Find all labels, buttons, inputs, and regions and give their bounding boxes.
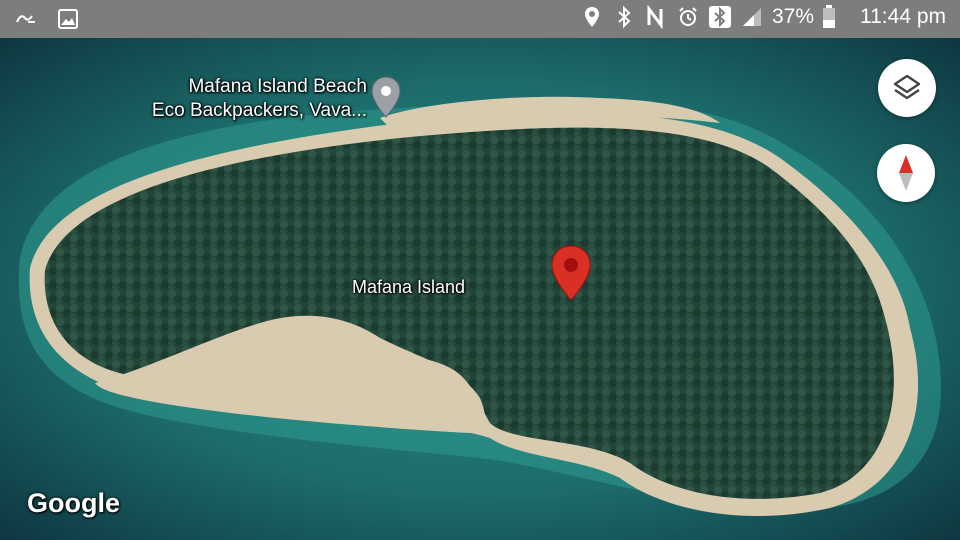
poi-label-line2: Eco Backpackers, Vava...: [151, 100, 367, 121]
compass-button[interactable]: [877, 144, 935, 202]
clock: 11:44 pm: [860, 5, 946, 28]
layers-button[interactable]: [878, 59, 936, 117]
poi-label-line1: Mafana Island Beach: [188, 76, 367, 97]
poi-pin[interactable]: [371, 76, 401, 118]
app-icon: [14, 7, 38, 31]
nfc-icon: [644, 4, 668, 30]
google-logo: Google: [27, 488, 120, 518]
map-view[interactable]: Mafana Island Beach Eco Backpackers, Vav…: [0, 38, 960, 540]
image-icon: [56, 7, 80, 31]
battery-percent: 37%: [771, 5, 814, 28]
compass-icon: [895, 153, 917, 193]
location-icon: [580, 5, 604, 29]
bluetooth-icon: [612, 5, 636, 29]
status-bar: 37% 11:44 pm: [0, 0, 960, 38]
location-pin[interactable]: [551, 245, 591, 301]
alarm-icon: [676, 5, 700, 29]
poi-label[interactable]: Mafana Island Beach Eco Backpackers, Vav…: [135, 75, 367, 123]
battery-icon: [822, 5, 846, 29]
layers-icon: [892, 73, 922, 103]
signal-icon: [740, 5, 764, 29]
bluetooth-badge-icon: [708, 5, 732, 29]
island-label[interactable]: Mafana Island: [352, 277, 465, 298]
